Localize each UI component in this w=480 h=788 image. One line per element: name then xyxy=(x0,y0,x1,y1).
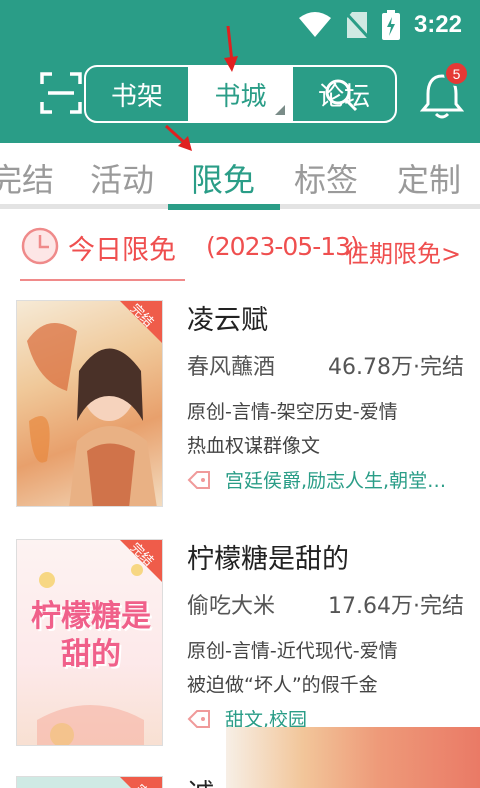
book-item[interactable]: 完结 凌云赋 春风蘸酒 46.78万·完结 原创-言情-架空历史-爱情 热血权谋… xyxy=(0,300,480,540)
segment-forum[interactable]: 论坛 xyxy=(291,67,395,121)
active-tab-indicator xyxy=(168,204,280,210)
book-category: 原创-言情-近代现代-爱情 xyxy=(187,640,398,662)
corner-label: 完结 xyxy=(127,540,157,570)
book-tags-text: 宫廷侯爵,励志人生,朝堂… xyxy=(225,470,447,492)
notification-badge: 5 xyxy=(444,61,469,86)
book-author: 偷吃大米 xyxy=(187,594,276,619)
book-cover[interactable]: 柠檬糖是甜的 完结 xyxy=(16,539,163,746)
book-description: 热血权谋群像文 xyxy=(187,435,321,457)
book-tags: 宫廷侯爵,励志人生,朝堂… xyxy=(187,466,446,493)
corner-label: 完 xyxy=(123,777,162,788)
clock-icon xyxy=(21,227,59,265)
tab-custom[interactable]: 定制 xyxy=(397,155,461,201)
scan-icon[interactable] xyxy=(40,72,82,114)
book-stats: 17.64万·完结 xyxy=(328,594,464,619)
battery-charging-icon xyxy=(381,10,400,40)
segment-bookshelf-label: 书架 xyxy=(110,81,163,112)
watermark-image xyxy=(226,727,480,788)
tab-tags[interactable]: 标签 xyxy=(294,155,358,201)
book-author: 春风蘸酒 xyxy=(187,355,276,380)
free-section-header: 今日限免 (2023-05-13) 往期限免> xyxy=(20,222,480,282)
past-free-link[interactable]: 往期限免> xyxy=(345,234,461,269)
tab-finished[interactable]: 完结 xyxy=(0,155,54,201)
section-underline xyxy=(20,279,185,281)
category-tabs: 完结 活动 限免 标签 定制 xyxy=(0,143,480,209)
segment-bookstore[interactable]: 书城 xyxy=(187,67,292,121)
tag-icon xyxy=(187,470,210,489)
finished-corner-badge: 完结 xyxy=(120,301,162,343)
book-description: 被迫做“坏人”的假千金 xyxy=(187,674,378,696)
finished-corner-badge: 完结 xyxy=(120,540,162,582)
annotation-arrow-diagonal xyxy=(164,124,192,151)
book-title[interactable]: 诚 xyxy=(187,776,214,788)
free-section-title: 今日限免 xyxy=(68,235,176,266)
segment-bookshelf[interactable]: 书架 xyxy=(86,67,188,121)
book-cover[interactable]: 完 xyxy=(16,776,163,788)
finished-corner-badge: 完 xyxy=(120,777,162,788)
corner-label: 完结 xyxy=(127,301,157,331)
cover-title-text: 柠檬糖是甜的 xyxy=(31,599,151,672)
search-icon[interactable] xyxy=(323,77,359,113)
annotation-arrow-down xyxy=(224,26,238,72)
dropdown-triangle-icon xyxy=(275,105,286,115)
no-sim-icon xyxy=(345,11,368,39)
tab-activity[interactable]: 活动 xyxy=(90,155,154,201)
book-title[interactable]: 凌云赋 xyxy=(187,298,268,337)
wifi-icon xyxy=(298,12,331,37)
book-title[interactable]: 柠檬糖是甜的 xyxy=(187,537,349,576)
free-section-date: (2023-05-13) xyxy=(206,232,360,261)
book-stats: 46.78万·完结 xyxy=(328,355,464,380)
tab-free[interactable]: 限免 xyxy=(191,155,255,201)
book-cover[interactable]: 完结 xyxy=(16,300,163,507)
status-time: 3:22 xyxy=(413,11,462,38)
status-bar: 3:22 xyxy=(298,8,462,42)
book-category: 原创-言情-架空历史-爱情 xyxy=(187,401,398,423)
segment-bookstore-label: 书城 xyxy=(214,81,267,112)
tag-icon xyxy=(187,709,210,728)
